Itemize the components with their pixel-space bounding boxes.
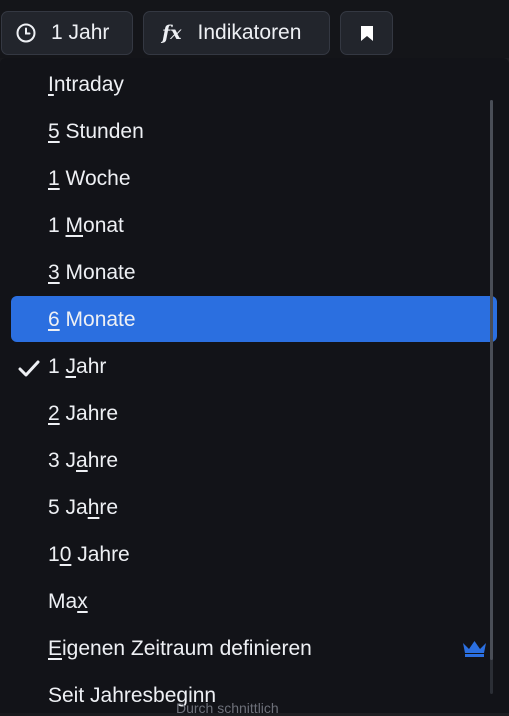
background-label: Durch schnittlich <box>176 700 279 716</box>
menu-item-1-monat[interactable]: 1 Monat <box>48 202 124 249</box>
menu-item-1-jahr[interactable]: 1 Jahr <box>48 343 106 390</box>
menu-item-5-stunden[interactable]: 5 Stunden <box>48 108 144 155</box>
period-button[interactable]: 1 Jahr <box>1 11 133 55</box>
menu-item-intraday[interactable]: Intraday <box>48 61 124 108</box>
period-dropdown-menu: Intraday 5 Stunden 1 Woche 1 Monat 3 Mon… <box>0 58 509 713</box>
bookmark-icon <box>360 25 373 41</box>
menu-item-6-monate[interactable]: 6 Monate <box>48 296 136 343</box>
chart-toolbar: 1 Jahr fx Indikatoren <box>0 0 509 58</box>
crown-icon <box>462 640 487 662</box>
menu-item-3-jahre[interactable]: 3 Jahre <box>48 437 118 484</box>
menu-item-5-jahre[interactable]: 5 Jahre <box>48 484 118 531</box>
scrollbar-thumb[interactable] <box>490 100 493 660</box>
menu-item-1-woche[interactable]: 1 Woche <box>48 155 131 202</box>
checkmark-icon <box>18 360 40 383</box>
menu-item-max[interactable]: Max <box>48 578 88 625</box>
menu-item-2-jahre[interactable]: 2 Jahre <box>48 390 118 437</box>
clock-icon <box>15 22 37 44</box>
indicators-button[interactable]: fx Indikatoren <box>143 11 330 55</box>
period-button-label: 1 Jahr <box>51 21 110 44</box>
bookmark-button[interactable] <box>340 11 393 55</box>
menu-item-custom-range[interactable]: Eigenen Zeitraum definieren <box>48 625 312 672</box>
fx-icon: fx <box>162 22 182 44</box>
indicators-button-label: Indikatoren <box>197 21 302 44</box>
menu-item-3-monate[interactable]: 3 Monate <box>48 249 136 296</box>
menu-item-10-jahre[interactable]: 10 Jahre <box>48 531 130 578</box>
